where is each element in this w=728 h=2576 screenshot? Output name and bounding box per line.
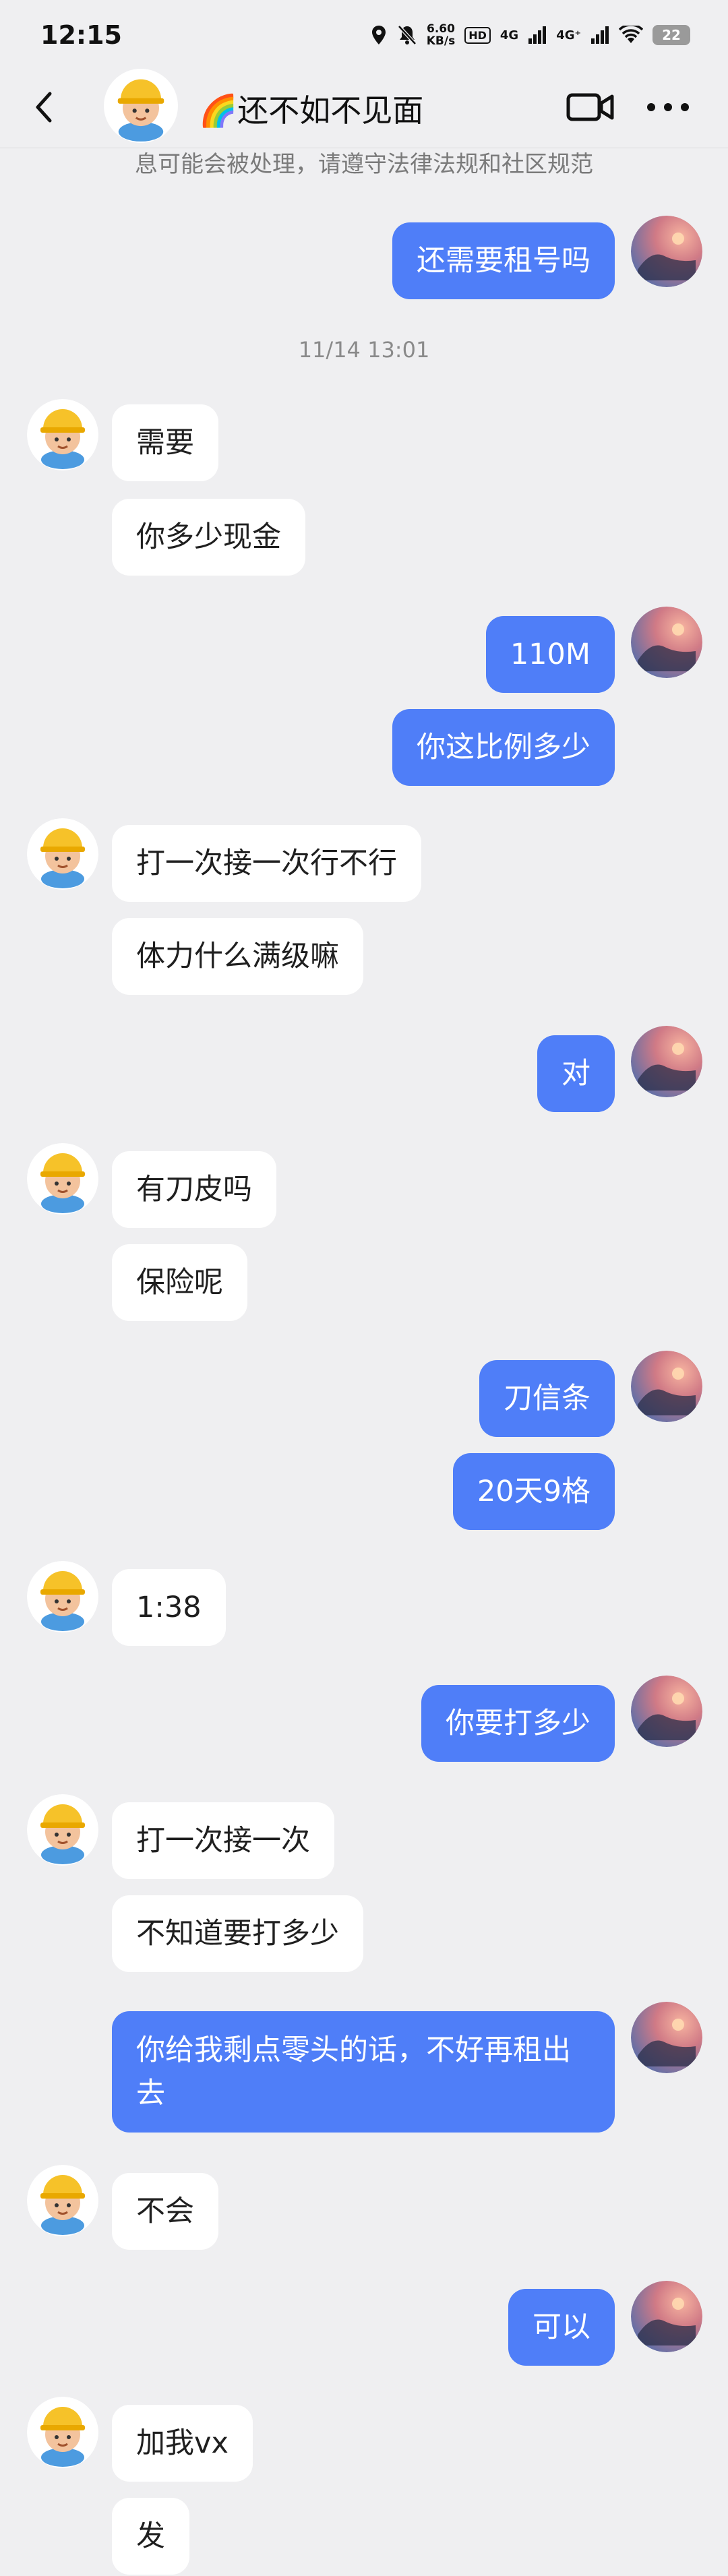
worker-avatar-icon (27, 1794, 98, 1866)
contact-message-avatar[interactable] (27, 1561, 98, 1632)
worker-avatar-icon (27, 818, 98, 890)
worker-avatar-icon (27, 1561, 98, 1632)
worker-avatar-icon (104, 69, 178, 143)
worker-avatar-icon (27, 399, 98, 470)
sunset-avatar-icon (631, 1026, 702, 1097)
incoming-message-bubble[interactable]: 体力什么满级嘛 (112, 918, 363, 995)
incoming-message-bubble[interactable]: 需要 (112, 404, 218, 481)
more-button[interactable] (646, 85, 697, 129)
sunset-avatar-icon (631, 1676, 702, 1747)
contact-message-avatar[interactable] (27, 2397, 98, 2468)
my-message-avatar[interactable] (631, 2002, 702, 2073)
status-time: 12:15 (40, 20, 122, 50)
contact-message-avatar[interactable] (27, 1143, 98, 1215)
incoming-message-bubble[interactable]: 打一次接一次 (112, 1802, 334, 1879)
sunset-avatar-icon (631, 1351, 702, 1422)
my-message-avatar[interactable] (631, 1676, 702, 1747)
back-icon (36, 92, 52, 123)
signal-bars-icon (591, 26, 609, 44)
incoming-message-bubble[interactable]: 加我vx (112, 2405, 253, 2482)
back-button[interactable] (34, 85, 67, 129)
net-speed: 6.60 KB/s (426, 22, 456, 48)
message-timestamp: 11/14 13:01 (298, 337, 430, 363)
chat-header: 🌈还不如不见面 (0, 67, 728, 148)
outgoing-message-bubble[interactable]: 可以 (508, 2289, 615, 2366)
video-call-icon (566, 93, 614, 121)
incoming-message-bubble[interactable]: 打一次接一次行不行 (112, 825, 421, 902)
system-notice: 息可能会被处理，请遵守法律法规和社区规范 (135, 151, 593, 178)
video-call-button[interactable] (566, 85, 620, 129)
battery-icon: 22 (653, 25, 690, 45)
more-icon (647, 103, 689, 111)
incoming-message-bubble[interactable]: 不会 (112, 2173, 218, 2250)
my-message-avatar[interactable] (631, 1351, 702, 1422)
sunset-avatar-icon (631, 216, 702, 287)
incoming-message-bubble[interactable]: 你多少现金 (112, 499, 305, 576)
incoming-message-bubble[interactable]: 发 (112, 2498, 189, 2575)
my-message-avatar[interactable] (631, 607, 702, 678)
chat-title: 🌈还不如不见面 (199, 92, 424, 129)
sunset-avatar-icon (631, 2002, 702, 2073)
outgoing-message-bubble[interactable]: 刀信条 (479, 1360, 615, 1437)
contact-message-avatar[interactable] (27, 818, 98, 890)
sunset-avatar-icon (631, 607, 702, 678)
worker-avatar-icon (27, 1143, 98, 1215)
signal-2-label: 4G⁺ (556, 28, 581, 42)
incoming-message-bubble[interactable]: 保险呢 (112, 1244, 247, 1321)
sunset-avatar-icon (631, 2281, 702, 2352)
contact-message-avatar[interactable] (27, 1794, 98, 1866)
status-icons: 6.60 KB/s HD 4G 4G⁺ 22 (370, 16, 690, 54)
outgoing-message-bubble[interactable]: 还需要租号吗 (392, 222, 615, 299)
hd-badge: HD (464, 26, 491, 44)
signal-1-label: 4G (499, 28, 519, 42)
incoming-message-bubble[interactable]: 有刀皮吗 (112, 1151, 276, 1228)
incoming-message-bubble[interactable]: 1:38 (112, 1569, 226, 1646)
worker-avatar-icon (27, 2397, 98, 2468)
mute-bell-icon (397, 25, 417, 45)
outgoing-message-bubble[interactable]: 20天9格 (452, 1453, 615, 1530)
status-bar: 12:15 6.60 KB/s HD 4G 4G⁺ 22 (0, 0, 728, 67)
contact-avatar[interactable] (104, 69, 178, 143)
my-message-avatar[interactable] (631, 1026, 702, 1097)
my-message-avatar[interactable] (631, 2281, 702, 2352)
outgoing-message-bubble[interactable]: 你给我剩点零头的话，不好再租出去 (112, 2011, 615, 2133)
location-icon (371, 26, 386, 44)
contact-message-avatar[interactable] (27, 2165, 98, 2236)
outgoing-message-bubble[interactable]: 你这比例多少 (392, 709, 615, 786)
incoming-message-bubble[interactable]: 不知道要打多少 (112, 1895, 363, 1972)
outgoing-message-bubble[interactable]: 你要打多少 (421, 1685, 615, 1762)
signal-bars-icon (528, 26, 547, 44)
wifi-icon (619, 26, 643, 43)
outgoing-message-bubble[interactable]: 对 (537, 1035, 615, 1112)
outgoing-message-bubble[interactable]: 110M (485, 616, 615, 693)
my-message-avatar[interactable] (631, 216, 702, 287)
contact-message-avatar[interactable] (27, 399, 98, 470)
worker-avatar-icon (27, 2165, 98, 2236)
